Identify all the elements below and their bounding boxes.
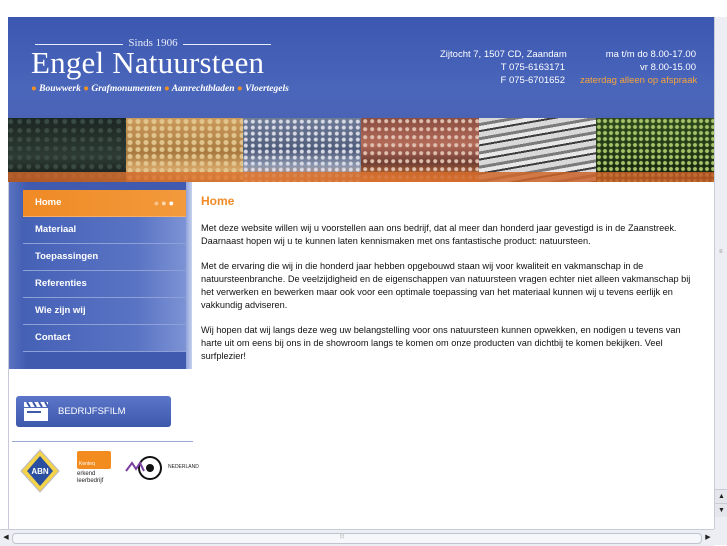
scroll-right-icon[interactable]: ▶	[702, 531, 714, 544]
horizontal-scrollbar[interactable]: ◀ ⦙⦙⦙ ▶	[0, 529, 714, 546]
top-strip	[0, 0, 714, 17]
horizontal-scroll-thumb[interactable]	[12, 533, 702, 544]
nav-item-materiaal[interactable]: Materiaal	[23, 217, 186, 244]
company-film-label: BEDRIJFSFILM	[58, 406, 126, 417]
address-text: Zijtocht 7, 1507 CD, Zaandam	[440, 49, 567, 60]
contact-details: Zijtocht 7, 1507 CD, Zaandam T 075-61631…	[440, 48, 567, 87]
main-navigation: Home ●●● Materiaal Toepassingen Referent…	[23, 190, 186, 352]
sidebar-divider	[12, 441, 193, 442]
nav-item-wie-zijn-wij[interactable]: Wie zijn wij	[23, 298, 186, 325]
banner-accent-bar	[8, 172, 714, 182]
experience-paragraph: Met de ervaring die wij in die honderd j…	[201, 260, 691, 311]
film-clapper-icon	[24, 401, 49, 421]
fax-text: F 075-6701652	[500, 75, 565, 86]
abn-logo[interactable]: ABN	[20, 449, 60, 493]
scroll-down-icon[interactable]: ▼	[715, 503, 727, 517]
nav-item-label: Materiaal	[35, 224, 77, 235]
active-dots-icon: ●●●	[153, 198, 176, 208]
tagline-item: Vloertegels	[245, 84, 289, 94]
nav-item-contact[interactable]: Contact	[23, 325, 186, 352]
page-title: Home	[201, 194, 235, 208]
scroll-left-icon[interactable]: ◀	[0, 531, 12, 544]
mbo-text: NEDERLAND	[168, 464, 199, 470]
invitation-paragraph: Wij hopen dat wij langs deze weg uw bela…	[201, 324, 681, 362]
nav-item-label: Contact	[35, 332, 71, 343]
main-content: Home Met deze website willen wij u voors…	[201, 194, 691, 375]
opening-hours: ma t/m do 8.00-17.00 vr 8.00-15.00 zater…	[580, 48, 698, 87]
kenteq-mark: Kenteq	[77, 451, 111, 469]
kenteq-text: Kenteq	[79, 461, 95, 467]
leerbedrijf-text: leerbedrijf	[77, 477, 104, 484]
hours-weekday: ma t/m do 8.00-17.00	[605, 49, 696, 60]
nav-item-referenties[interactable]: Referenties	[23, 271, 186, 298]
logo-tagline: ● Bouwwerk ● Grafmonumenten ● Aanrechtbl…	[31, 84, 289, 94]
tagline-item: Grafmonumenten	[91, 84, 162, 94]
erkend-leerbedrijf-logo[interactable]: Kenteq erkend leerbedrijf	[77, 451, 111, 491]
scrollbar-grip: ⦙⦙⦙	[340, 534, 345, 540]
abn-logo-text: ABN	[31, 467, 49, 476]
scrollbar-grip: ≡	[719, 249, 723, 255]
nav-item-toepassingen[interactable]: Toepassingen	[23, 244, 186, 271]
intro-paragraph: Met deze website willen wij u voorstelle…	[201, 223, 677, 247]
vertical-scrollbar[interactable]: ≡ ▲ ▼	[714, 17, 727, 529]
phone-text: T 075-6163171	[500, 62, 565, 73]
tagline-item: Bouwwerk	[39, 84, 81, 94]
hours-friday: vr 8.00-15.00	[640, 62, 696, 73]
mbo-logo[interactable]: NEDERLAND	[124, 455, 200, 481]
scroll-up-icon[interactable]: ▲	[715, 489, 727, 503]
nav-item-label: Home	[35, 197, 62, 208]
nav-item-label: Wie zijn wij	[35, 305, 86, 316]
tagline-item: Aanrechtbladen	[171, 84, 235, 94]
nav-item-label: Toepassingen	[35, 251, 99, 262]
hours-saturday: zaterdag alleen op afspraak	[580, 75, 698, 86]
sidebar-edge	[186, 182, 192, 369]
scrollbar-corner	[714, 529, 727, 545]
mbo-mark-icon	[125, 456, 162, 480]
company-film-button[interactable]: BEDRIJFSFILM	[16, 396, 171, 427]
logo-brand[interactable]: Engel Natuursteen	[31, 45, 264, 81]
nav-item-label: Referenties	[35, 278, 87, 289]
nav-item-home[interactable]: Home ●●●	[23, 190, 186, 217]
